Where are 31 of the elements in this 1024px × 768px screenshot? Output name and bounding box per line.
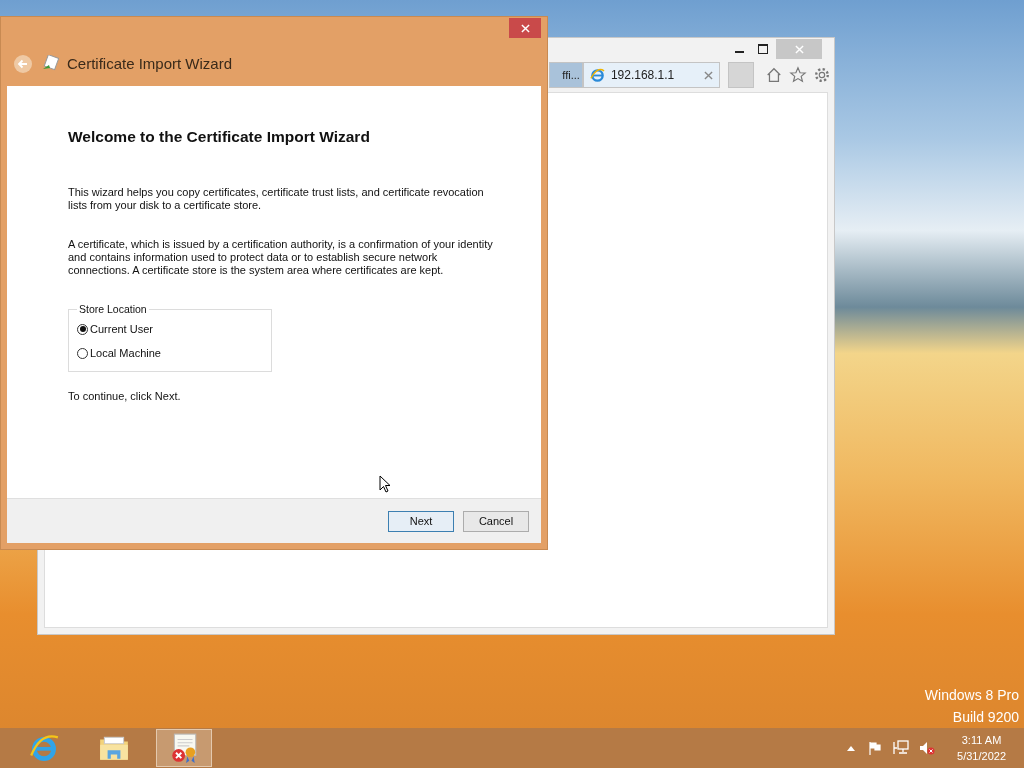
close-button[interactable] bbox=[509, 18, 541, 38]
browser-tab[interactable]: 192.168.1.1 bbox=[582, 62, 721, 88]
wizard-heading: Welcome to the Certificate Import Wizard bbox=[68, 128, 371, 146]
group-label: Store Location bbox=[78, 303, 148, 315]
close-tab-icon[interactable] bbox=[704, 70, 714, 80]
close-icon bbox=[794, 44, 804, 54]
window-title: Certificate Import Wizard bbox=[67, 55, 233, 72]
clock-time[interactable]: 3:11 AM bbox=[961, 732, 1002, 748]
clock-date[interactable]: 5/31/2022 bbox=[957, 748, 1006, 764]
instruction-text: To continue, click Next. bbox=[68, 390, 182, 403]
home-icon[interactable] bbox=[765, 66, 784, 84]
radio-option[interactable]: Current User bbox=[77, 317, 263, 341]
star-icon[interactable] bbox=[789, 66, 808, 84]
edition-text: Windows 8 Pro bbox=[924, 686, 1019, 705]
flag-icon[interactable] bbox=[867, 740, 884, 756]
browser-tab[interactable]: ffi... bbox=[549, 62, 583, 88]
description-text: A certificate, which is issued by a certification authority, is a confirmation of your identity and contains information used to protect data or to establish secure network connections. A certificate store is the system area where certificates are kept. bbox=[68, 238, 494, 277]
radio-option[interactable]: Local Machine bbox=[77, 341, 263, 365]
mouse-cursor-icon bbox=[379, 475, 391, 493]
close-icon bbox=[520, 23, 530, 33]
description-text: This wizard helps you copy certificates, certificate trust lists, and certificate revocation lists from your disk to a certificate store. bbox=[68, 186, 485, 212]
network-icon[interactable] bbox=[893, 740, 910, 756]
settings-icon[interactable] bbox=[813, 66, 831, 84]
build-text: Build 9200 bbox=[952, 708, 1019, 727]
speaker-muted-icon[interactable] bbox=[919, 740, 936, 756]
certificate-taskbar-button[interactable] bbox=[156, 729, 212, 767]
show-hidden-icons-button[interactable] bbox=[847, 745, 856, 751]
e-logo-icon bbox=[28, 732, 60, 764]
e-logo-icon bbox=[589, 67, 605, 83]
next-button[interactable]: Next bbox=[388, 510, 454, 532]
cancel-button[interactable]: Cancel bbox=[463, 510, 529, 532]
